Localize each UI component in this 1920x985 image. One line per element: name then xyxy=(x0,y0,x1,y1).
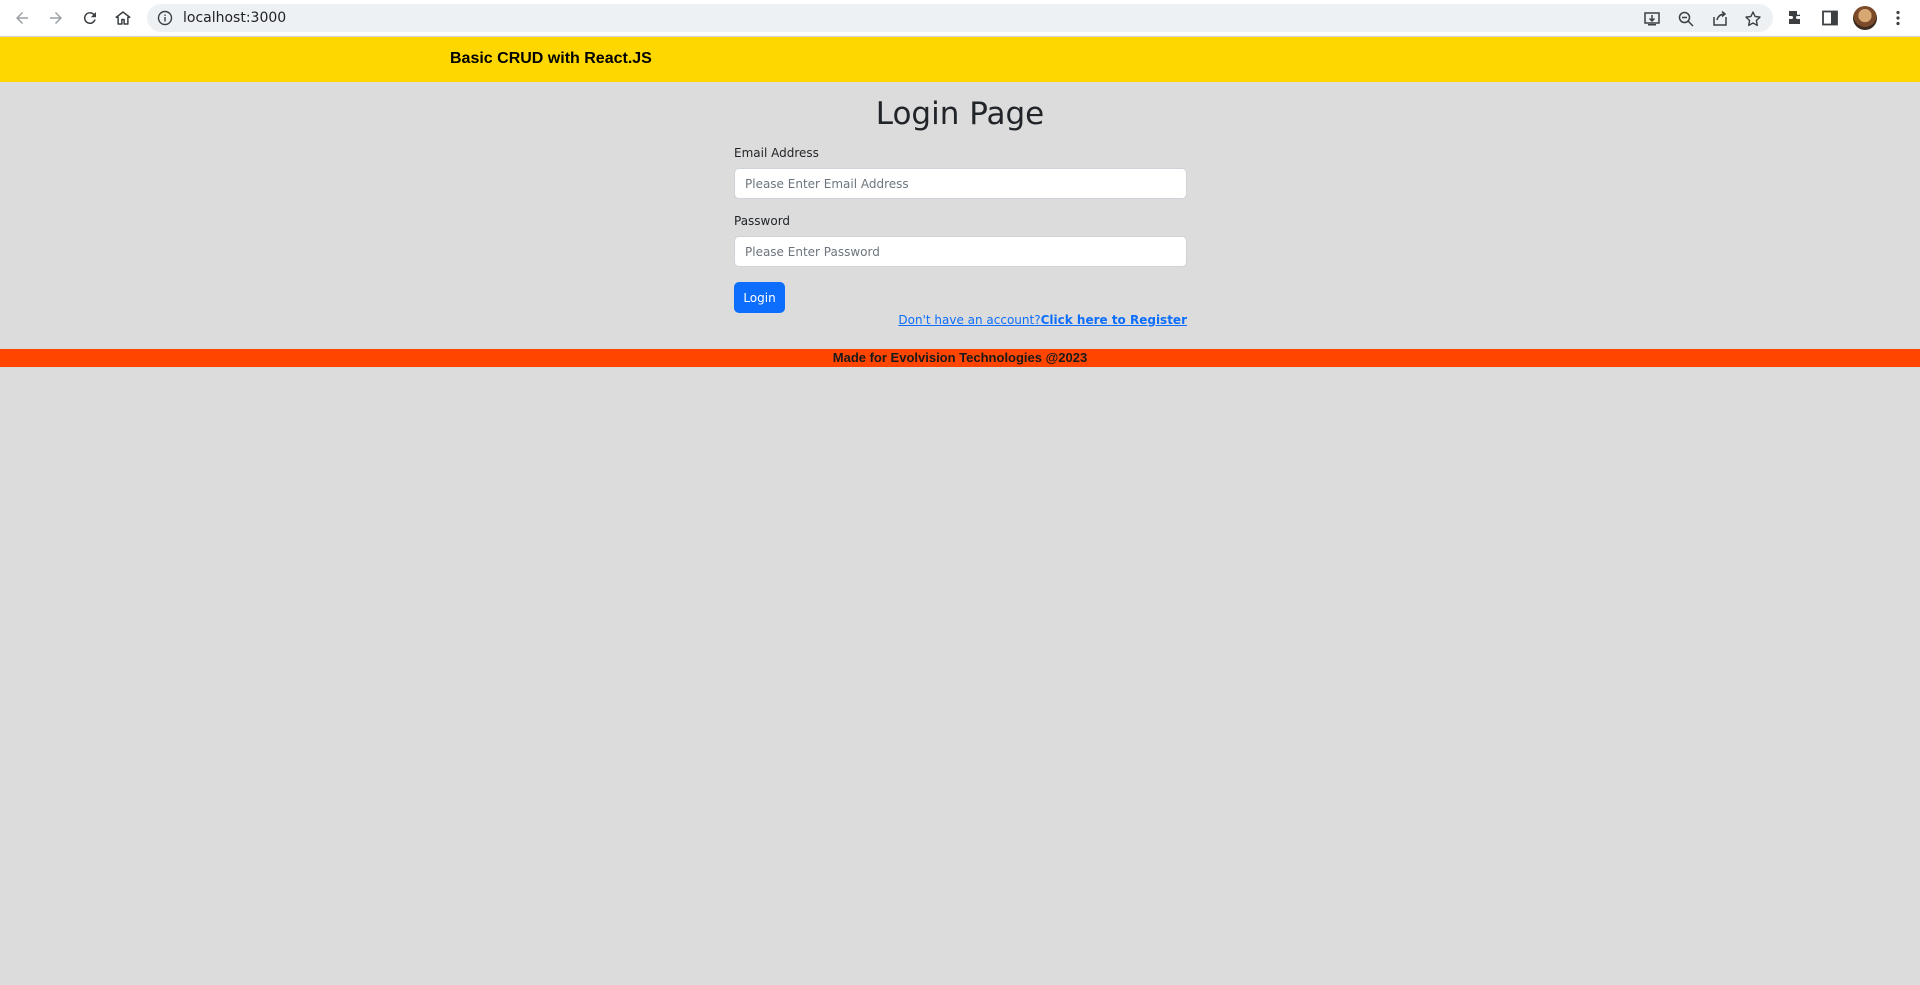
share-icon[interactable] xyxy=(1711,10,1729,28)
navbar: Basic CRUD with React.JS xyxy=(0,37,1920,82)
footer-text: Made for Evolvision Technologies @2023 xyxy=(832,350,1088,365)
back-icon[interactable] xyxy=(10,6,34,30)
bookmark-star-icon[interactable] xyxy=(1744,10,1762,28)
menu-kebab-icon[interactable] xyxy=(1887,7,1909,29)
profile-avatar[interactable] xyxy=(1853,6,1877,30)
browser-toolbar: localhost:3000 xyxy=(0,0,1920,37)
install-icon[interactable] xyxy=(1643,10,1661,28)
footer: Made for Evolvision Technologies @2023 xyxy=(0,349,1920,367)
address-bar[interactable]: localhost:3000 xyxy=(147,4,1773,32)
forward-icon[interactable] xyxy=(44,6,68,30)
reload-icon[interactable] xyxy=(78,6,102,30)
password-input[interactable] xyxy=(734,236,1187,267)
extensions-icon[interactable] xyxy=(1785,7,1807,29)
zoom-icon[interactable] xyxy=(1677,10,1695,28)
register-prompt-link[interactable]: Don't have an account? xyxy=(898,313,1040,327)
register-prompt-line: Don't have an account?Click here to Regi… xyxy=(898,313,1187,327)
url-text: localhost:3000 xyxy=(183,10,287,26)
home-icon[interactable] xyxy=(111,6,135,30)
login-form: Email Address Password Login Don't have … xyxy=(734,146,1187,327)
login-button[interactable]: Login xyxy=(734,282,785,313)
info-icon[interactable] xyxy=(157,10,173,26)
page-title: Login Page xyxy=(875,96,1045,132)
navbar-brand[interactable]: Basic CRUD with React.JS xyxy=(450,50,652,68)
email-label: Email Address xyxy=(734,146,819,160)
password-label: Password xyxy=(734,214,791,228)
email-input[interactable] xyxy=(734,168,1187,199)
side-panel-icon[interactable] xyxy=(1819,7,1841,29)
register-link[interactable]: Click here to Register xyxy=(1041,313,1187,327)
email-group: Email Address xyxy=(734,146,1187,199)
password-group: Password xyxy=(734,214,1187,267)
